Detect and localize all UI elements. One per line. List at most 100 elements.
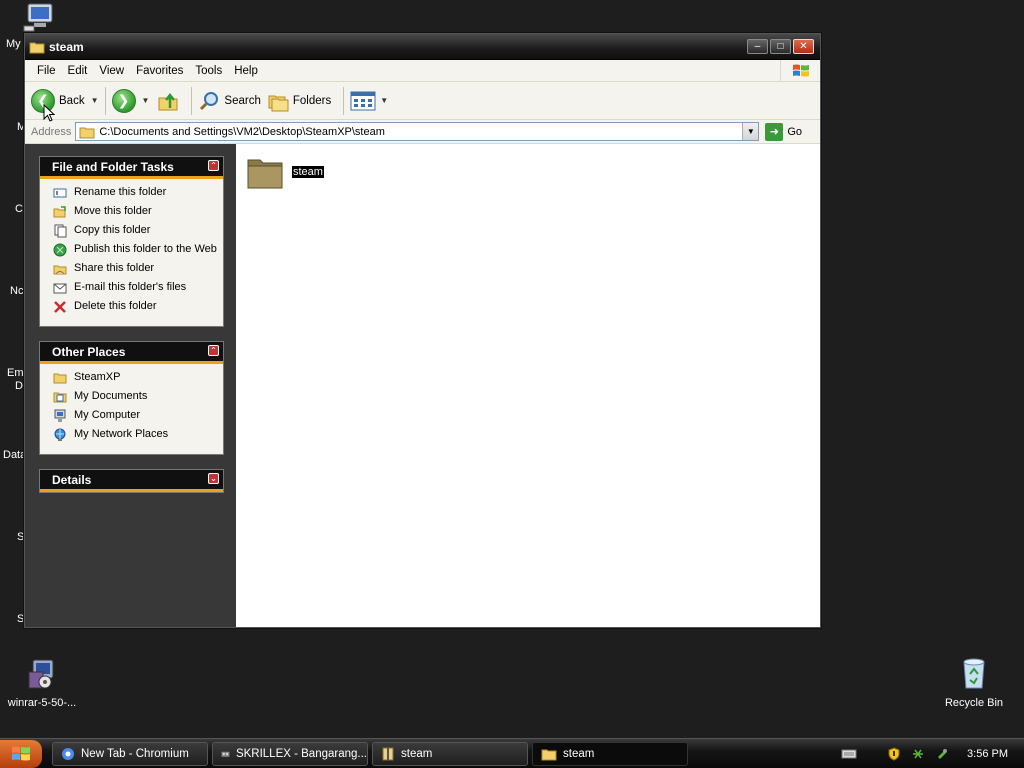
menu-favorites[interactable]: Favorites (130, 65, 189, 77)
search-button[interactable]: Search (198, 90, 261, 112)
taskbar-button-steam-folder[interactable]: steam (532, 741, 688, 766)
address-dropdown-button[interactable]: ▼ (742, 123, 759, 140)
title-bar[interactable]: steam – □ ✕ (25, 34, 820, 60)
back-button[interactable]: ❮ Back (31, 88, 85, 113)
menu-help[interactable]: Help (228, 65, 264, 77)
delete-icon (52, 300, 68, 314)
forward-history-dropdown[interactable]: ▼ (142, 96, 150, 105)
panel-header[interactable]: Other Places ⌃ (40, 342, 223, 364)
task-label: E-mail this folder's files (74, 281, 187, 293)
desktop-label-fragment[interactable]: Nc (10, 285, 23, 297)
network-tray-icon[interactable] (911, 747, 925, 761)
file-name: steam (292, 166, 324, 178)
minimize-icon: – (754, 40, 761, 52)
collapse-icon[interactable]: ⌃ (208, 160, 219, 171)
folder-icon (79, 127, 95, 138)
start-button[interactable] (0, 739, 42, 768)
desktop-label-fragment[interactable]: Em (7, 367, 24, 379)
task-label: Publish this folder to the Web (74, 243, 217, 255)
toolbar-separator (104, 86, 106, 115)
computer-icon (52, 409, 68, 423)
collapse-icon[interactable]: ⌃ (208, 345, 219, 356)
back-history-dropdown[interactable]: ▼ (91, 96, 99, 105)
menu-view[interactable]: View (93, 65, 130, 77)
address-input[interactable]: C:\Documents and Settings\VM2\Desktop\St… (75, 122, 760, 141)
task-delete-folder[interactable]: Delete this folder (52, 300, 223, 314)
task-label: Rename this folder (74, 186, 167, 198)
task-copy-folder[interactable]: Copy this folder (52, 224, 223, 238)
address-value: C:\Documents and Settings\VM2\Desktop\St… (99, 125, 385, 138)
place-label: My Documents (74, 390, 148, 402)
toolbar-separator (343, 86, 345, 115)
rename-icon (52, 186, 68, 200)
panel-title: File and Folder Tasks (52, 159, 174, 174)
explorer-window: steam – □ ✕ File Edit View Favorites Too… (24, 33, 821, 628)
taskbar-button-steam-archive[interactable]: steam (372, 741, 528, 766)
place-my-computer[interactable]: My Computer (52, 409, 223, 423)
task-label: Delete this folder (74, 300, 157, 312)
minimize-button[interactable]: – (747, 39, 768, 54)
windows-flag-icon (12, 746, 30, 760)
my-computer-desktop-icon[interactable] (22, 2, 56, 35)
desktop-icon-label: Recycle Bin (944, 697, 1004, 709)
folders-button[interactable]: Folders (267, 90, 331, 112)
views-icon (350, 91, 376, 110)
address-label: Address (31, 125, 72, 138)
system-tray: 3:56 PM (821, 739, 1024, 768)
place-label: My Network Places (74, 428, 169, 440)
folder-icon (247, 159, 283, 189)
task-move-folder[interactable]: Move this folder (52, 205, 223, 219)
place-my-network[interactable]: My Network Places (52, 428, 223, 442)
chromium-icon (62, 747, 74, 760)
task-rename-folder[interactable]: Rename this folder (52, 186, 223, 200)
maximize-button[interactable]: □ (770, 39, 791, 54)
file-list-view[interactable]: steam (236, 144, 820, 627)
file-folder-tasks-panel: File and Folder Tasks ⌃ Rename this fold… (39, 156, 224, 327)
forward-arrow-icon: ❯ (111, 88, 136, 113)
taskbar-button-media[interactable]: SKRILLEX - Bangarang... (212, 741, 368, 766)
desktop-icon-winrar[interactable]: winrar-5-50-... (0, 656, 84, 709)
windows-logo (780, 60, 820, 82)
documents-icon (52, 390, 68, 404)
place-steamxp[interactable]: SteamXP (52, 371, 223, 385)
winrar-installer-icon (28, 659, 54, 689)
up-folder-icon (158, 92, 178, 110)
menu-file[interactable]: File (31, 65, 62, 77)
mouse-cursor-icon (43, 104, 55, 122)
views-button[interactable]: ▼ (350, 91, 388, 111)
share-icon (52, 262, 68, 276)
place-my-documents[interactable]: My Documents (52, 390, 223, 404)
security-shield-icon[interactable] (887, 746, 901, 761)
close-button[interactable]: ✕ (793, 39, 814, 54)
panel-header[interactable]: Details ⌄ (40, 470, 223, 492)
up-folder-button[interactable] (157, 90, 179, 112)
keyboard-icon[interactable] (841, 748, 857, 760)
menu-tools[interactable]: Tools (189, 65, 228, 77)
menu-edit[interactable]: Edit (62, 65, 94, 77)
close-icon: ✕ (799, 40, 808, 52)
globe-icon (52, 243, 68, 257)
panel-header[interactable]: File and Folder Tasks ⌃ (40, 157, 223, 179)
forward-button[interactable]: ❯ (111, 88, 136, 113)
desktop-icon-recycle-bin[interactable]: Recycle Bin (932, 656, 1016, 709)
panel-title: Details (52, 472, 92, 487)
task-share-folder[interactable]: Share this folder (52, 262, 223, 276)
clock[interactable]: 3:56 PM (967, 748, 1008, 760)
desktop-label-fragment[interactable]: D (15, 380, 23, 392)
desktop-label-fragment[interactable]: Data (3, 449, 26, 461)
go-button[interactable]: ➜ Go (765, 122, 802, 141)
taskbar-button-chromium[interactable]: New Tab - Chromium (52, 741, 208, 766)
task-email-files[interactable]: E-mail this folder's files (52, 281, 223, 295)
file-item-steam-folder[interactable]: steam (246, 154, 324, 190)
place-label: SteamXP (74, 371, 121, 383)
window-title: steam (49, 39, 84, 54)
expand-icon[interactable]: ⌄ (208, 473, 219, 484)
task-publish-folder[interactable]: Publish this folder to the Web (52, 243, 223, 257)
desktop-icon-label: winrar-5-50-... (7, 697, 77, 709)
safely-remove-icon[interactable] (935, 747, 949, 761)
window-content: File and Folder Tasks ⌃ Rename this fold… (25, 144, 820, 627)
details-panel: Details ⌄ (39, 469, 224, 493)
desktop-label-fragment[interactable]: My (6, 38, 21, 50)
desktop-label-fragment[interactable]: C (15, 203, 23, 215)
copy-icon (52, 224, 68, 238)
